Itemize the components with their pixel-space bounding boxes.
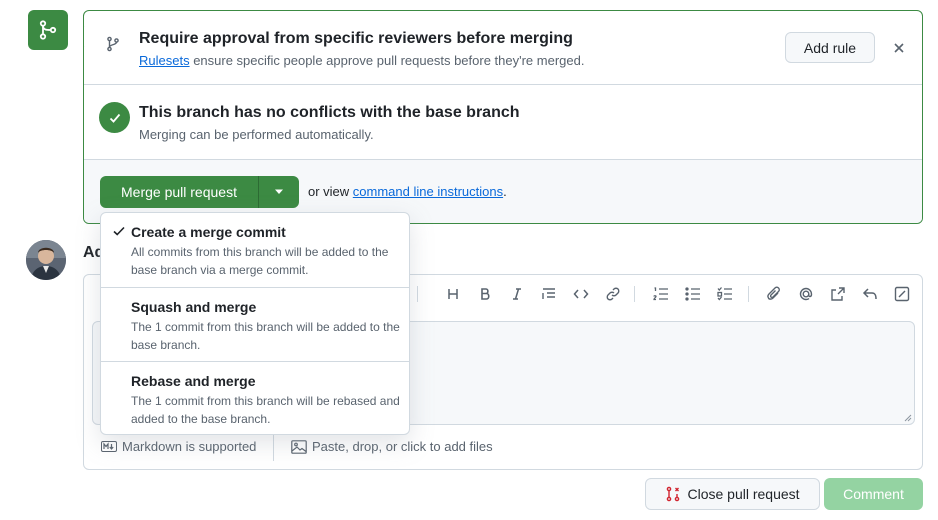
resize-handle-icon[interactable] — [904, 414, 912, 422]
comment-footer: Markdown is supported Paste, drop, or cl… — [84, 433, 922, 461]
or-view-text: or view command line instructions. — [308, 184, 507, 199]
quote-icon[interactable] — [538, 284, 560, 304]
merge-options-caret-button[interactable] — [258, 176, 299, 208]
approval-section: Require approval from specific reviewers… — [84, 11, 922, 85]
approval-description: Rulesets ensure specific people approve … — [139, 53, 584, 68]
approval-title: Require approval from specific reviewers… — [139, 30, 573, 47]
add-rule-button[interactable]: Add rule — [785, 32, 875, 63]
merge-box: Require approval from specific reviewers… — [83, 10, 923, 224]
markdown-supported-link[interactable]: Markdown is supported — [101, 439, 256, 454]
approval-description-text: ensure specific people approve pull requ… — [189, 53, 585, 68]
option-description: All commits from this branch will be add… — [131, 245, 389, 277]
close-icon[interactable] — [889, 38, 909, 58]
or-view-period: . — [503, 184, 507, 199]
footer-divider — [273, 433, 274, 461]
toolbar-divider — [748, 286, 749, 302]
image-icon — [291, 439, 307, 454]
paperclip-icon[interactable] — [763, 284, 785, 304]
toolbar-divider — [417, 286, 418, 302]
conflicts-section: This branch has no conflicts with the ba… — [84, 85, 922, 160]
conflicts-title: This branch has no conflicts with the ba… — [139, 104, 520, 121]
reply-icon[interactable] — [859, 284, 881, 304]
attach-files-button[interactable]: Paste, drop, or click to add files — [291, 439, 493, 454]
option-title: Rebase and merge — [131, 373, 256, 389]
markdown-supported-label: Markdown is supported — [122, 439, 257, 454]
merge-method-option-rebase[interactable]: Rebase and merge The 1 commit from this … — [101, 361, 409, 434]
comment-button[interactable]: Comment — [824, 478, 923, 510]
triangle-down-icon — [275, 189, 283, 194]
git-pull-request-closed-icon — [667, 486, 680, 502]
attach-files-label: Paste, drop, or click to add files — [312, 439, 493, 454]
code-icon[interactable] — [570, 284, 592, 304]
check-icon — [113, 226, 125, 236]
option-title: Create a merge commit — [131, 224, 286, 240]
markdown-icon — [101, 441, 117, 452]
bulleted-list-icon[interactable] — [682, 284, 704, 304]
or-view-label: or view — [308, 184, 353, 199]
option-description: The 1 commit from this branch will be re… — [131, 394, 400, 426]
merge-button-group: Merge pull request — [100, 176, 299, 208]
mention-icon[interactable] — [795, 284, 817, 304]
rulesets-link[interactable]: Rulesets — [139, 53, 190, 68]
command-line-instructions-link[interactable]: command line instructions — [353, 184, 503, 199]
cross-reference-icon[interactable] — [827, 284, 849, 304]
fullscreen-edit-icon[interactable] — [891, 284, 913, 304]
merge-status-badge — [28, 10, 68, 50]
merge-method-option-squash[interactable]: Squash and merge The 1 commit from this … — [101, 287, 409, 361]
italic-icon[interactable] — [506, 284, 528, 304]
option-title: Squash and merge — [131, 299, 257, 315]
check-circle-icon — [99, 102, 130, 133]
close-pull-request-button[interactable]: Close pull request — [645, 478, 820, 510]
merge-pull-request-button[interactable]: Merge pull request — [100, 176, 258, 208]
numbered-list-icon[interactable] — [650, 284, 672, 304]
heading-icon[interactable] — [442, 284, 464, 304]
option-description: The 1 commit from this branch will be ad… — [131, 320, 400, 352]
bold-icon[interactable] — [474, 284, 496, 304]
link-icon[interactable] — [602, 284, 624, 304]
avatar — [26, 240, 66, 280]
branch-icon — [98, 29, 128, 59]
git-merge-icon — [39, 20, 57, 40]
task-list-icon[interactable] — [714, 284, 736, 304]
toolbar-divider — [634, 286, 635, 302]
merge-method-option-merge-commit[interactable]: Create a merge commit All commits from t… — [101, 213, 409, 287]
conflicts-description: Merging can be performed automatically. — [139, 127, 374, 142]
close-pull-request-label: Close pull request — [687, 486, 800, 502]
merge-method-dropdown: Create a merge commit All commits from t… — [100, 212, 410, 435]
